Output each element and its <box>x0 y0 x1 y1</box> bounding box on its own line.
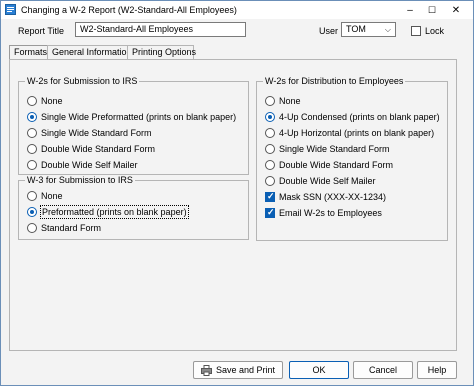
app-icon <box>5 4 16 15</box>
dialog-window: Changing a W-2 Report (W2-Standard-All E… <box>0 0 474 386</box>
minimize-button[interactable]: – <box>399 1 421 19</box>
report-title-label: Report Title <box>18 26 65 36</box>
w3-option-label: Preformatted (prints on blank paper) <box>40 205 189 219</box>
radio-button[interactable] <box>265 176 275 186</box>
employee-option-label: None <box>279 96 301 106</box>
title-bar: Changing a W-2 Report (W2-Standard-All E… <box>1 1 473 19</box>
radio-button[interactable] <box>27 144 37 154</box>
help-button[interactable]: Help <box>417 361 457 379</box>
w3-option-label: None <box>41 191 63 201</box>
employee-option-label: 4-Up Condensed (prints on blank paper) <box>279 112 440 122</box>
radio-button[interactable] <box>27 191 37 201</box>
radio-button[interactable] <box>265 160 275 170</box>
cancel-button[interactable]: Cancel <box>353 361 413 379</box>
radio-button[interactable] <box>27 207 37 217</box>
radio-button[interactable] <box>27 223 37 233</box>
mask-ssn-label: Mask SSN (XXX-XX-1234) <box>279 192 387 202</box>
report-title-input[interactable]: W2-Standard-All Employees <box>75 22 246 37</box>
w3-option-label: Standard Form <box>41 223 102 233</box>
radio-button[interactable] <box>265 128 275 138</box>
w3-group-title: W-3 for Submission to IRS <box>25 175 135 185</box>
radio-button[interactable] <box>27 112 37 122</box>
radio-button[interactable] <box>27 160 37 170</box>
radio-button[interactable] <box>27 96 37 106</box>
user-select-value: TOM <box>346 24 366 34</box>
employee-option-label: Double Wide Self Mailer <box>279 176 376 186</box>
chevron-down-icon: ⌵ <box>384 25 391 34</box>
tab-formats[interactable]: Formats <box>9 45 48 60</box>
irs-option-label: Double Wide Standard Form <box>41 144 156 154</box>
formats-panel: W-2s for Submission to IRS None Single W… <box>9 59 457 351</box>
save-and-print-button[interactable]: Save and Print <box>193 361 283 379</box>
irs-option-label: Double Wide Self Mailer <box>41 160 138 170</box>
email-w2-label: Email W-2s to Employees <box>279 208 382 218</box>
radio-button[interactable] <box>265 96 275 106</box>
employee-option-label: Single Wide Standard Form <box>279 144 390 154</box>
irs-option-label: None <box>41 96 63 106</box>
lock-label: Lock <box>425 26 445 36</box>
radio-button[interactable] <box>27 128 37 138</box>
tab-general-information[interactable]: General Information <box>47 45 132 59</box>
email-w2-checkbox[interactable] <box>265 207 275 218</box>
maximize-button[interactable]: ☐ <box>421 1 443 19</box>
mask-ssn-checkbox[interactable] <box>265 191 275 202</box>
ok-button[interactable]: OK <box>289 361 349 379</box>
irs-option-label: Single Wide Preformatted (prints on blan… <box>41 112 237 122</box>
window-title: Changing a W-2 Report (W2-Standard-All E… <box>21 5 237 15</box>
save-and-print-label: Save and Print <box>215 365 276 375</box>
user-label: User <box>319 26 339 36</box>
w3-group: W-3 for Submission to IRS None Preformat… <box>18 175 249 240</box>
close-button[interactable]: ✕ <box>445 1 467 19</box>
irs-group-title: W-2s for Submission to IRS <box>25 76 140 86</box>
irs-option-label: Single Wide Standard Form <box>41 128 152 138</box>
tab-printing-options[interactable]: Printing Options <box>127 45 196 59</box>
lock-checkbox[interactable] <box>411 26 421 36</box>
employee-group-title: W-2s for Distribution to Employees <box>263 76 406 86</box>
irs-group: W-2s for Submission to IRS None Single W… <box>18 76 249 175</box>
radio-button[interactable] <box>265 112 275 122</box>
radio-button[interactable] <box>265 144 275 154</box>
printer-icon <box>200 364 212 376</box>
employee-group: W-2s for Distribution to Employees None … <box>256 76 448 241</box>
employee-option-label: 4-Up Horizontal (prints on blank paper) <box>279 128 435 138</box>
user-select[interactable]: TOM ⌵ <box>341 22 396 37</box>
employee-option-label: Double Wide Standard Form <box>279 160 394 170</box>
